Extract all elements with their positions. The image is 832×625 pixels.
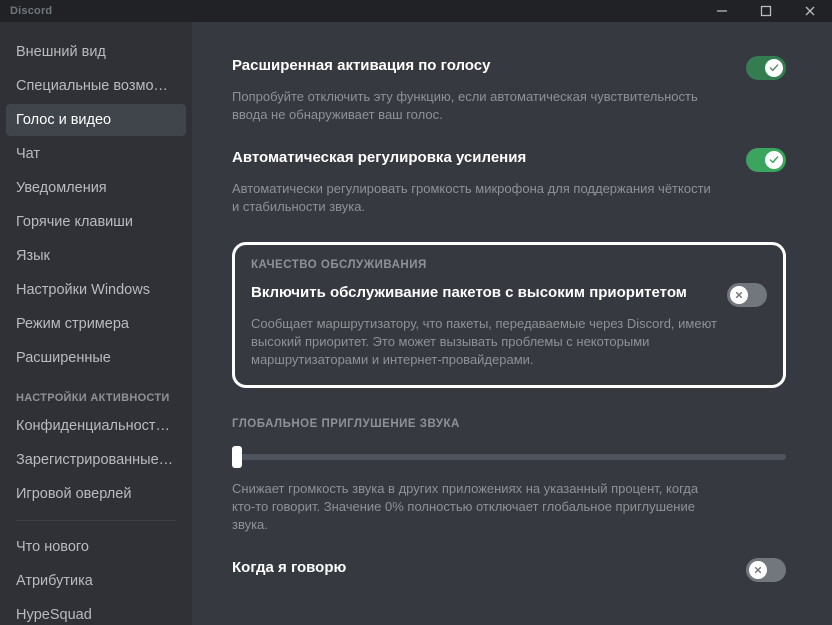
sidebar-item[interactable]: Настройки Windows	[6, 274, 186, 306]
sidebar-item[interactable]: Атрибутика	[6, 565, 186, 597]
maximize-button[interactable]	[752, 0, 780, 22]
setting-desc: Попробуйте отключить эту функцию, если а…	[232, 88, 712, 124]
sidebar-header-activity: НАСТРОЙКИ АКТИВНОСТИ	[6, 376, 186, 410]
sidebar-item[interactable]: Расширенные	[6, 342, 186, 374]
titlebar: Discord	[0, 0, 832, 22]
setting-title: Когда я говорю	[232, 558, 346, 578]
sidebar-divider	[16, 520, 176, 521]
setting-title: Автоматическая регулировка усиления	[232, 148, 526, 168]
sidebar-item[interactable]: Горячие клавиши	[6, 206, 186, 238]
toggle-voice-activation[interactable]	[746, 56, 786, 80]
sidebar-item[interactable]: Уведомления	[6, 172, 186, 204]
sidebar-item[interactable]: Чат	[6, 138, 186, 170]
toggle-when-i-speak[interactable]	[746, 558, 786, 582]
check-icon	[765, 59, 783, 77]
setting-desc: Сообщает маршрутизатору, что пакеты, пер…	[251, 315, 721, 369]
app-name: Discord	[8, 5, 52, 17]
setting-agc: Автоматическая регулировка усиления Авто…	[232, 148, 786, 216]
slider-thumb[interactable]	[232, 446, 242, 468]
setting-qos-highlight: КАЧЕСТВО ОБСЛУЖИВАНИЯ Включить обслужива…	[232, 242, 786, 388]
setting-voice-activation: Расширенная активация по голосу Попробуй…	[232, 56, 786, 124]
check-icon	[765, 151, 783, 169]
section-header-attenuation: ГЛОБАЛЬНОЕ ПРИГЛУШЕНИЕ ЗВУКА	[232, 418, 786, 430]
sidebar-item[interactable]: Внешний вид	[6, 36, 186, 68]
sidebar-item[interactable]: Специальные возмож…	[6, 70, 186, 102]
toggle-agc[interactable]	[746, 148, 786, 172]
close-window-button[interactable]	[796, 0, 824, 22]
setting-desc: Снижает громкость звука в других приложе…	[232, 480, 712, 534]
setting-desc: Автоматически регулировать громкость мик…	[232, 180, 712, 216]
slider-track	[232, 454, 786, 460]
minimize-button[interactable]	[708, 0, 736, 22]
settings-sidebar: Внешний видСпециальные возмож…Голос и ви…	[0, 22, 192, 625]
section-header-qos: КАЧЕСТВО ОБСЛУЖИВАНИЯ	[251, 259, 767, 271]
sidebar-item[interactable]: HypeSquad	[6, 599, 186, 625]
settings-content: Расширенная активация по голосу Попробуй…	[192, 22, 832, 582]
sidebar-item[interactable]: Язык	[6, 240, 186, 272]
sidebar-item[interactable]: Режим стримера	[6, 308, 186, 340]
window-controls	[708, 0, 824, 22]
attenuation-slider[interactable]	[232, 446, 786, 466]
sidebar-item[interactable]: Зарегистрированные …	[6, 444, 186, 476]
sidebar-item[interactable]: Что нового	[6, 531, 186, 563]
setting-title: Расширенная активация по голосу	[232, 56, 490, 76]
sidebar-item[interactable]: Конфиденциальность …	[6, 410, 186, 442]
sidebar-item[interactable]: Игровой оверлей	[6, 478, 186, 510]
toggle-qos[interactable]	[727, 283, 767, 307]
x-icon	[730, 286, 748, 304]
setting-when-i-speak: Когда я говорю	[232, 558, 786, 582]
x-icon	[749, 561, 767, 579]
setting-title: Включить обслуживание пакетов с высоким …	[251, 283, 687, 303]
sidebar-item[interactable]: Голос и видео	[6, 104, 186, 136]
